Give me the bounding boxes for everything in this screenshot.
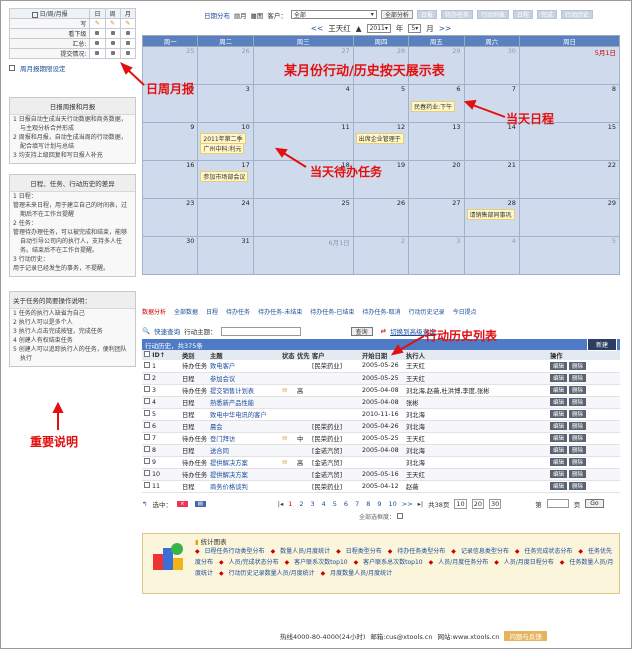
feedback-button[interactable]: 问题与反馈 [504, 631, 547, 641]
footer: 热线4000-80-4000(24小时) 邮箱:cus@xtools.cn 网站… [280, 631, 547, 641]
footer-email[interactable]: 邮箱:cus@xtools.cn [370, 631, 432, 641]
footer-hotline: 热线4000-80-4000(24小时) [280, 633, 366, 641]
footer-site[interactable]: 网站:www.xtools.cn [437, 631, 499, 641]
annotation-arrows [52, 62, 506, 430]
